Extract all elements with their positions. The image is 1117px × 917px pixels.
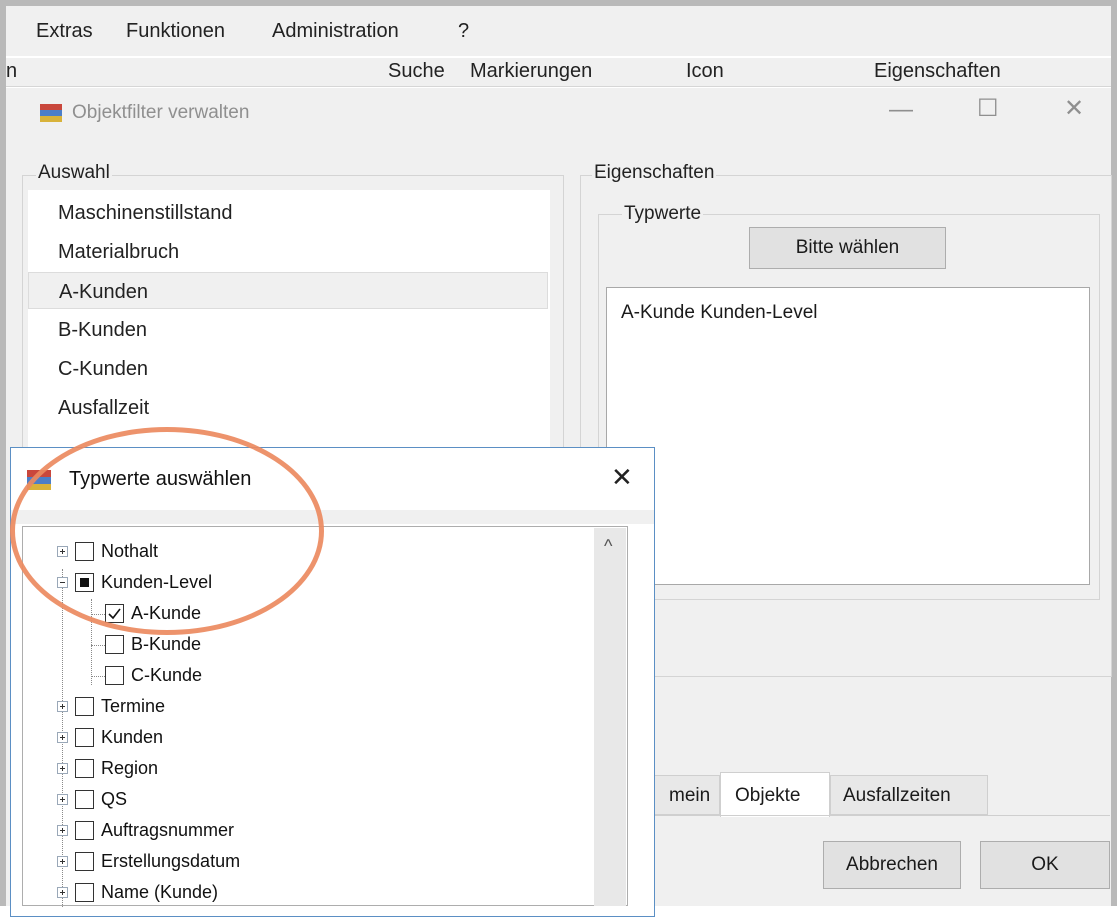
list-item[interactable]: B-Kunden xyxy=(28,311,548,348)
dialog-title: Objektfilter verwalten xyxy=(72,102,250,123)
expand-icon[interactable] xyxy=(57,825,68,836)
tree-connector xyxy=(91,676,105,677)
close-button[interactable]: ✕ xyxy=(1064,94,1084,123)
maximize-button[interactable]: ☐ xyxy=(977,94,999,123)
expand-icon[interactable] xyxy=(57,732,68,743)
checkbox[interactable] xyxy=(75,852,94,871)
ok-button[interactable]: OK xyxy=(980,841,1110,889)
tab-ausfallzeiten[interactable]: Ausfallzeiten xyxy=(830,775,988,815)
tree-connector xyxy=(91,645,105,646)
menu-funktionen[interactable]: Funktionen xyxy=(126,20,225,43)
highlight-ring xyxy=(10,427,324,635)
menu-administration[interactable]: Administration xyxy=(272,20,399,43)
tree-node-label: C-Kunde xyxy=(131,665,203,685)
abbrechen-button[interactable]: Abbrechen xyxy=(823,841,961,889)
column-header-eigenschaften[interactable]: Eigenschaften xyxy=(874,60,1001,83)
expand-icon[interactable] xyxy=(57,763,68,774)
list-item[interactable]: C-Kunden xyxy=(28,350,548,387)
list-item[interactable]: Ausfallzeit xyxy=(28,389,548,426)
tab-divider xyxy=(640,815,1110,816)
tree-node-label: Name (Kunde) xyxy=(101,882,219,902)
checkbox[interactable] xyxy=(75,883,94,902)
typwerte-value: A-Kunde Kunden-Level xyxy=(621,302,818,323)
tree-node-label: Kunden xyxy=(101,727,164,747)
tree-node-label: Erstellungsdatum xyxy=(101,851,241,871)
column-header-markierungen[interactable]: Markierungen xyxy=(470,60,592,83)
tree-node-label: Auftragsnummer xyxy=(101,820,235,840)
expand-icon[interactable] xyxy=(57,856,68,867)
subdialog-close-button[interactable]: ✕ xyxy=(611,462,633,493)
column-header-icon[interactable]: Icon xyxy=(686,60,724,83)
tree-node-label: QS xyxy=(101,789,128,809)
checkbox[interactable] xyxy=(75,821,94,840)
tab-objekte[interactable]: Objekte xyxy=(720,772,830,817)
bitte-waehlen-button[interactable]: Bitte wählen xyxy=(749,227,946,269)
expand-icon[interactable] xyxy=(57,794,68,805)
checkbox[interactable] xyxy=(105,635,124,654)
tree-node-label: Region xyxy=(101,758,159,778)
scroll-up-icon[interactable]: ^ xyxy=(604,536,612,557)
tree-node-label: Termine xyxy=(101,696,166,716)
minimize-button[interactable]: — xyxy=(889,96,913,124)
typwerte-label: Typwerte xyxy=(622,203,704,225)
filter-list: Maschinenstillstand Materialbruch A-Kund… xyxy=(28,190,550,450)
auswahl-label: Auswahl xyxy=(36,162,112,184)
checkbox[interactable] xyxy=(75,790,94,809)
app-icon xyxy=(40,104,62,122)
column-header-strip: n Suche Markierungen Icon Eigenschaften xyxy=(6,58,1111,87)
expand-icon[interactable] xyxy=(57,887,68,898)
expand-icon[interactable] xyxy=(57,701,68,712)
column-header-suche[interactable]: Suche xyxy=(388,60,445,83)
menu-extras[interactable]: Extras xyxy=(36,20,93,43)
checkbox[interactable] xyxy=(105,666,124,685)
menu-help[interactable]: ? xyxy=(458,20,469,43)
list-item-selected[interactable]: A-Kunden xyxy=(28,272,548,309)
checkbox[interactable] xyxy=(75,728,94,747)
eigenschaften-label: Eigenschaften xyxy=(592,162,717,184)
tree-node-label: B-Kunde xyxy=(131,634,202,654)
menu-bar: Extras Funktionen Administration ? xyxy=(6,6,1111,56)
typwerte-textbox[interactable]: A-Kunde Kunden-Level xyxy=(606,287,1090,585)
checkbox[interactable] xyxy=(75,697,94,716)
list-item[interactable]: Materialbruch xyxy=(28,233,548,270)
column-header-fragment[interactable]: n xyxy=(6,60,17,83)
tree-scrollbar[interactable]: ^ xyxy=(594,528,626,906)
list-item[interactable]: Maschinenstillstand xyxy=(28,194,548,231)
checkbox[interactable] xyxy=(75,759,94,778)
